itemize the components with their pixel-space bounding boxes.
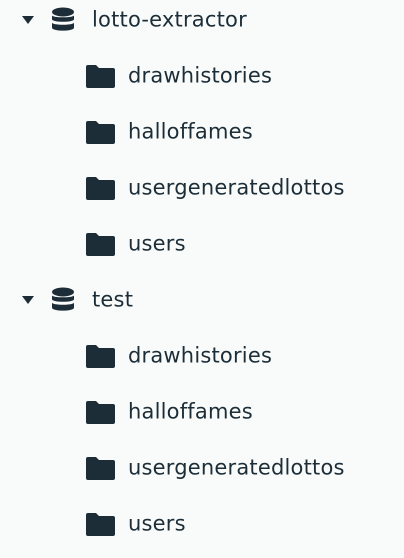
collection-item[interactable]: drawhistories — [0, 56, 404, 96]
collection-item[interactable]: halloffames — [0, 392, 404, 432]
collection-name: drawhistories — [128, 343, 273, 368]
collection-name: usergeneratedlottos — [128, 175, 345, 200]
folder-icon — [86, 512, 115, 536]
collection-name: usergeneratedlottos — [128, 455, 345, 480]
folder-icon — [86, 456, 115, 480]
database-icon — [51, 287, 75, 313]
collection-item[interactable]: users — [0, 504, 404, 544]
caret-down-icon[interactable] — [20, 12, 36, 28]
folder-icon — [86, 176, 115, 200]
caret-down-icon[interactable] — [20, 292, 36, 308]
database-name: lotto-extractor — [92, 7, 247, 32]
collection-item[interactable]: drawhistories — [0, 336, 404, 376]
collection-name: users — [128, 231, 186, 256]
database-name: test — [92, 287, 134, 312]
folder-icon — [86, 64, 115, 88]
collection-name: drawhistories — [128, 63, 273, 88]
collection-name: halloffames — [128, 119, 253, 144]
collection-name: halloffames — [128, 399, 253, 424]
database-row-test[interactable]: test — [0, 280, 404, 320]
collection-item[interactable]: usergeneratedlottos — [0, 448, 404, 488]
folder-icon — [86, 120, 115, 144]
collection-name: users — [128, 511, 186, 536]
folder-icon — [86, 400, 115, 424]
database-tree: lotto-extractor drawhistories halloffame… — [0, 0, 404, 558]
folder-icon — [86, 344, 115, 368]
collection-item[interactable]: halloffames — [0, 112, 404, 152]
collection-item[interactable]: users — [0, 224, 404, 264]
database-row-lotto-extractor[interactable]: lotto-extractor — [0, 0, 404, 40]
collection-item[interactable]: usergeneratedlottos — [0, 168, 404, 208]
database-icon — [51, 7, 75, 33]
folder-icon — [86, 232, 115, 256]
